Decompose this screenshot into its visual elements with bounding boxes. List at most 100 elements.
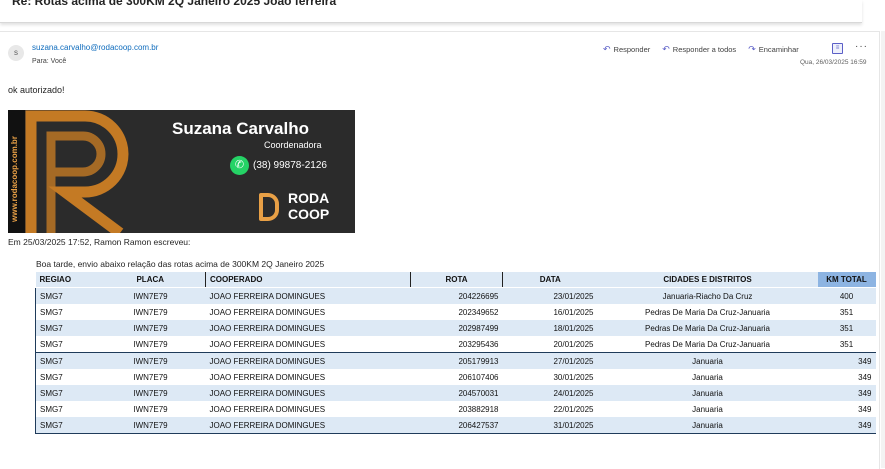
cell-cooperado: JOAO FERREIRA DOMINGUES (205, 304, 411, 320)
cell-rota: 204226695 (410, 287, 503, 304)
cell-placa: IWN7E79 (95, 401, 206, 417)
cell-km: 351 (817, 304, 876, 320)
cell-cidades: Pedras De Maria Da Cruz-Januaria (597, 320, 818, 336)
forward-icon: ↷ (748, 44, 756, 54)
reply-button[interactable]: ↶ Responder (603, 44, 650, 55)
brand-line-2: COOP (288, 206, 330, 222)
cell-regiao: SMG7 (35, 336, 96, 353)
cell-placa: IWN7E79 (95, 369, 206, 385)
cell-cidades: Januaria (597, 401, 818, 417)
cell-rota: 204570031 (410, 385, 503, 401)
table-row: SMG7 IWN7E79 JOAO FERREIRA DOMINGUES 205… (35, 352, 876, 369)
sender-avatar[interactable]: s (8, 45, 24, 61)
rodacoop-logo-mark (259, 193, 279, 221)
cell-km: 349 (817, 369, 876, 385)
cell-regiao: SMG7 (35, 369, 96, 385)
cell-regiao: SMG7 (35, 304, 96, 320)
cell-regiao: SMG7 (35, 401, 96, 417)
reply-all-button[interactable]: ↶ Responder a todos (662, 44, 736, 55)
table-row: SMG7 IWN7E79 JOAO FERREIRA DOMINGUES 206… (35, 369, 876, 385)
signature-name: Suzana Carvalho (172, 119, 309, 138)
signature-phone: (38) 99878-2126 (253, 160, 327, 171)
header-cooperado: COOPERADO (205, 272, 411, 288)
cell-cooperado: JOAO FERREIRA DOMINGUES (205, 336, 411, 353)
cell-cidades: Januaria-Riacho Da Cruz (597, 287, 818, 304)
brand-logo-graphic (25, 110, 129, 233)
cell-placa: IWN7E79 (95, 336, 206, 353)
header-km-total: KM TOTAL (817, 272, 876, 288)
cell-data: 30/01/2025 (502, 369, 598, 385)
cell-km: 349 (817, 417, 876, 434)
cell-regiao: SMG7 (35, 352, 96, 369)
routes-table: REGIAO PLACA COOPERADO ROTA DATA CIDADES… (35, 272, 876, 434)
email-subject: Re: Rotas acima de 300KM 2Q Janeiro 2025… (12, 0, 337, 8)
reply-all-label: Responder a todos (672, 45, 737, 54)
cell-placa: IWN7E79 (95, 287, 206, 304)
cell-regiao: SMG7 (35, 417, 96, 434)
more-options-icon[interactable]: ··· (855, 41, 868, 52)
reply-label: Responder (613, 45, 651, 54)
signature-banner: www.rodacoop.com.br Suzana Carvalho Coor… (8, 110, 355, 233)
message-date: Qua, 26/03/2025 16:59 (800, 59, 867, 66)
signature-website: www.rodacoop.com.br (10, 136, 19, 222)
header-data: DATA (502, 272, 598, 288)
cell-km: 400 (817, 287, 876, 304)
cell-cidades: Januaria (597, 352, 818, 369)
recipient-line: Para: Você (32, 58, 67, 65)
cell-placa: IWN7E79 (95, 304, 206, 320)
sender-address[interactable]: suzana.carvalho@rodacoop.com.br (32, 43, 158, 52)
cell-km: 351 (817, 320, 876, 336)
table-row: SMG7 IWN7E79 JOAO FERREIRA DOMINGUES 204… (35, 385, 876, 401)
cell-rota: 205179913 (410, 352, 503, 369)
cell-data: 18/01/2025 (502, 320, 598, 336)
cell-cidades: Pedras De Maria Da Cruz-Januaria (597, 304, 818, 320)
cell-cooperado: JOAO FERREIRA DOMINGUES (205, 417, 411, 434)
cell-cidades: Januaria (597, 417, 818, 434)
cell-placa: IWN7E79 (95, 352, 206, 369)
header-cidades: CIDADES E DISTRITOS (597, 272, 818, 288)
cell-placa: IWN7E79 (95, 385, 206, 401)
table-row: SMG7 IWN7E79 JOAO FERREIRA DOMINGUES 202… (35, 320, 876, 336)
table-row: SMG7 IWN7E79 JOAO FERREIRA DOMINGUES 206… (35, 417, 876, 434)
header-regiao: REGIAO (35, 272, 96, 288)
forward-label: Encaminhar (758, 45, 799, 54)
message-actions: ↶ Responder ↶ Responder a todos ↷ Encaminhar (603, 44, 811, 55)
cell-rota: 206427537 (410, 417, 503, 434)
cell-data: 27/01/2025 (502, 352, 598, 369)
cell-data: 16/01/2025 (502, 304, 598, 320)
table-row: SMG7 IWN7E79 JOAO FERREIRA DOMINGUES 204… (35, 287, 876, 304)
cell-data: 24/01/2025 (502, 385, 598, 401)
cell-regiao: SMG7 (35, 385, 96, 401)
cell-data: 20/01/2025 (502, 336, 598, 353)
cell-km: 349 (817, 352, 876, 369)
cell-data: 23/01/2025 (502, 287, 598, 304)
rodacoop-logo-text: RODA COOP (288, 190, 329, 222)
cell-cooperado: JOAO FERREIRA DOMINGUES (205, 401, 411, 417)
cell-rota: 206107406 (410, 369, 503, 385)
reply-icon: ↶ (603, 44, 611, 54)
reply-all-icon: ↶ (662, 44, 670, 54)
cell-rota: 203882918 (410, 401, 503, 417)
cell-km: 351 (817, 336, 876, 353)
immersive-reader-icon[interactable]: ≡ (832, 43, 843, 54)
quoted-intro: Boa tarde, envio abaixo relação das rota… (36, 259, 325, 269)
brand-line-1: RODA (288, 190, 330, 206)
signature-role: Coordenadora (264, 140, 322, 150)
cell-cooperado: JOAO FERREIRA DOMINGUES (205, 320, 411, 336)
header-placa: PLACA (95, 272, 206, 288)
table-row: SMG7 IWN7E79 JOAO FERREIRA DOMINGUES 203… (35, 401, 876, 417)
cell-cidades: Januaria (597, 385, 818, 401)
table-row: SMG7 IWN7E79 JOAO FERREIRA DOMINGUES 202… (35, 304, 876, 320)
scrollbar-track[interactable] (881, 31, 885, 468)
message-card: s suzana.carvalho@rodacoop.com.br Para: … (0, 31, 880, 469)
forward-button[interactable]: ↷ Encaminhar (748, 44, 799, 55)
subject-bar: Re: Rotas acima de 300KM 2Q Janeiro 2025… (0, 0, 862, 23)
cell-regiao: SMG7 (35, 320, 96, 336)
cell-cidades: Pedras De Maria Da Cruz-Januaria (597, 336, 818, 353)
cell-rota: 202349652 (410, 304, 503, 320)
table-row: SMG7 IWN7E79 JOAO FERREIRA DOMINGUES 203… (35, 336, 876, 353)
message-body: ok autorizado! (8, 85, 65, 95)
cell-km: 349 (817, 385, 876, 401)
cell-rota: 203295436 (410, 336, 503, 353)
cell-regiao: SMG7 (35, 287, 96, 304)
